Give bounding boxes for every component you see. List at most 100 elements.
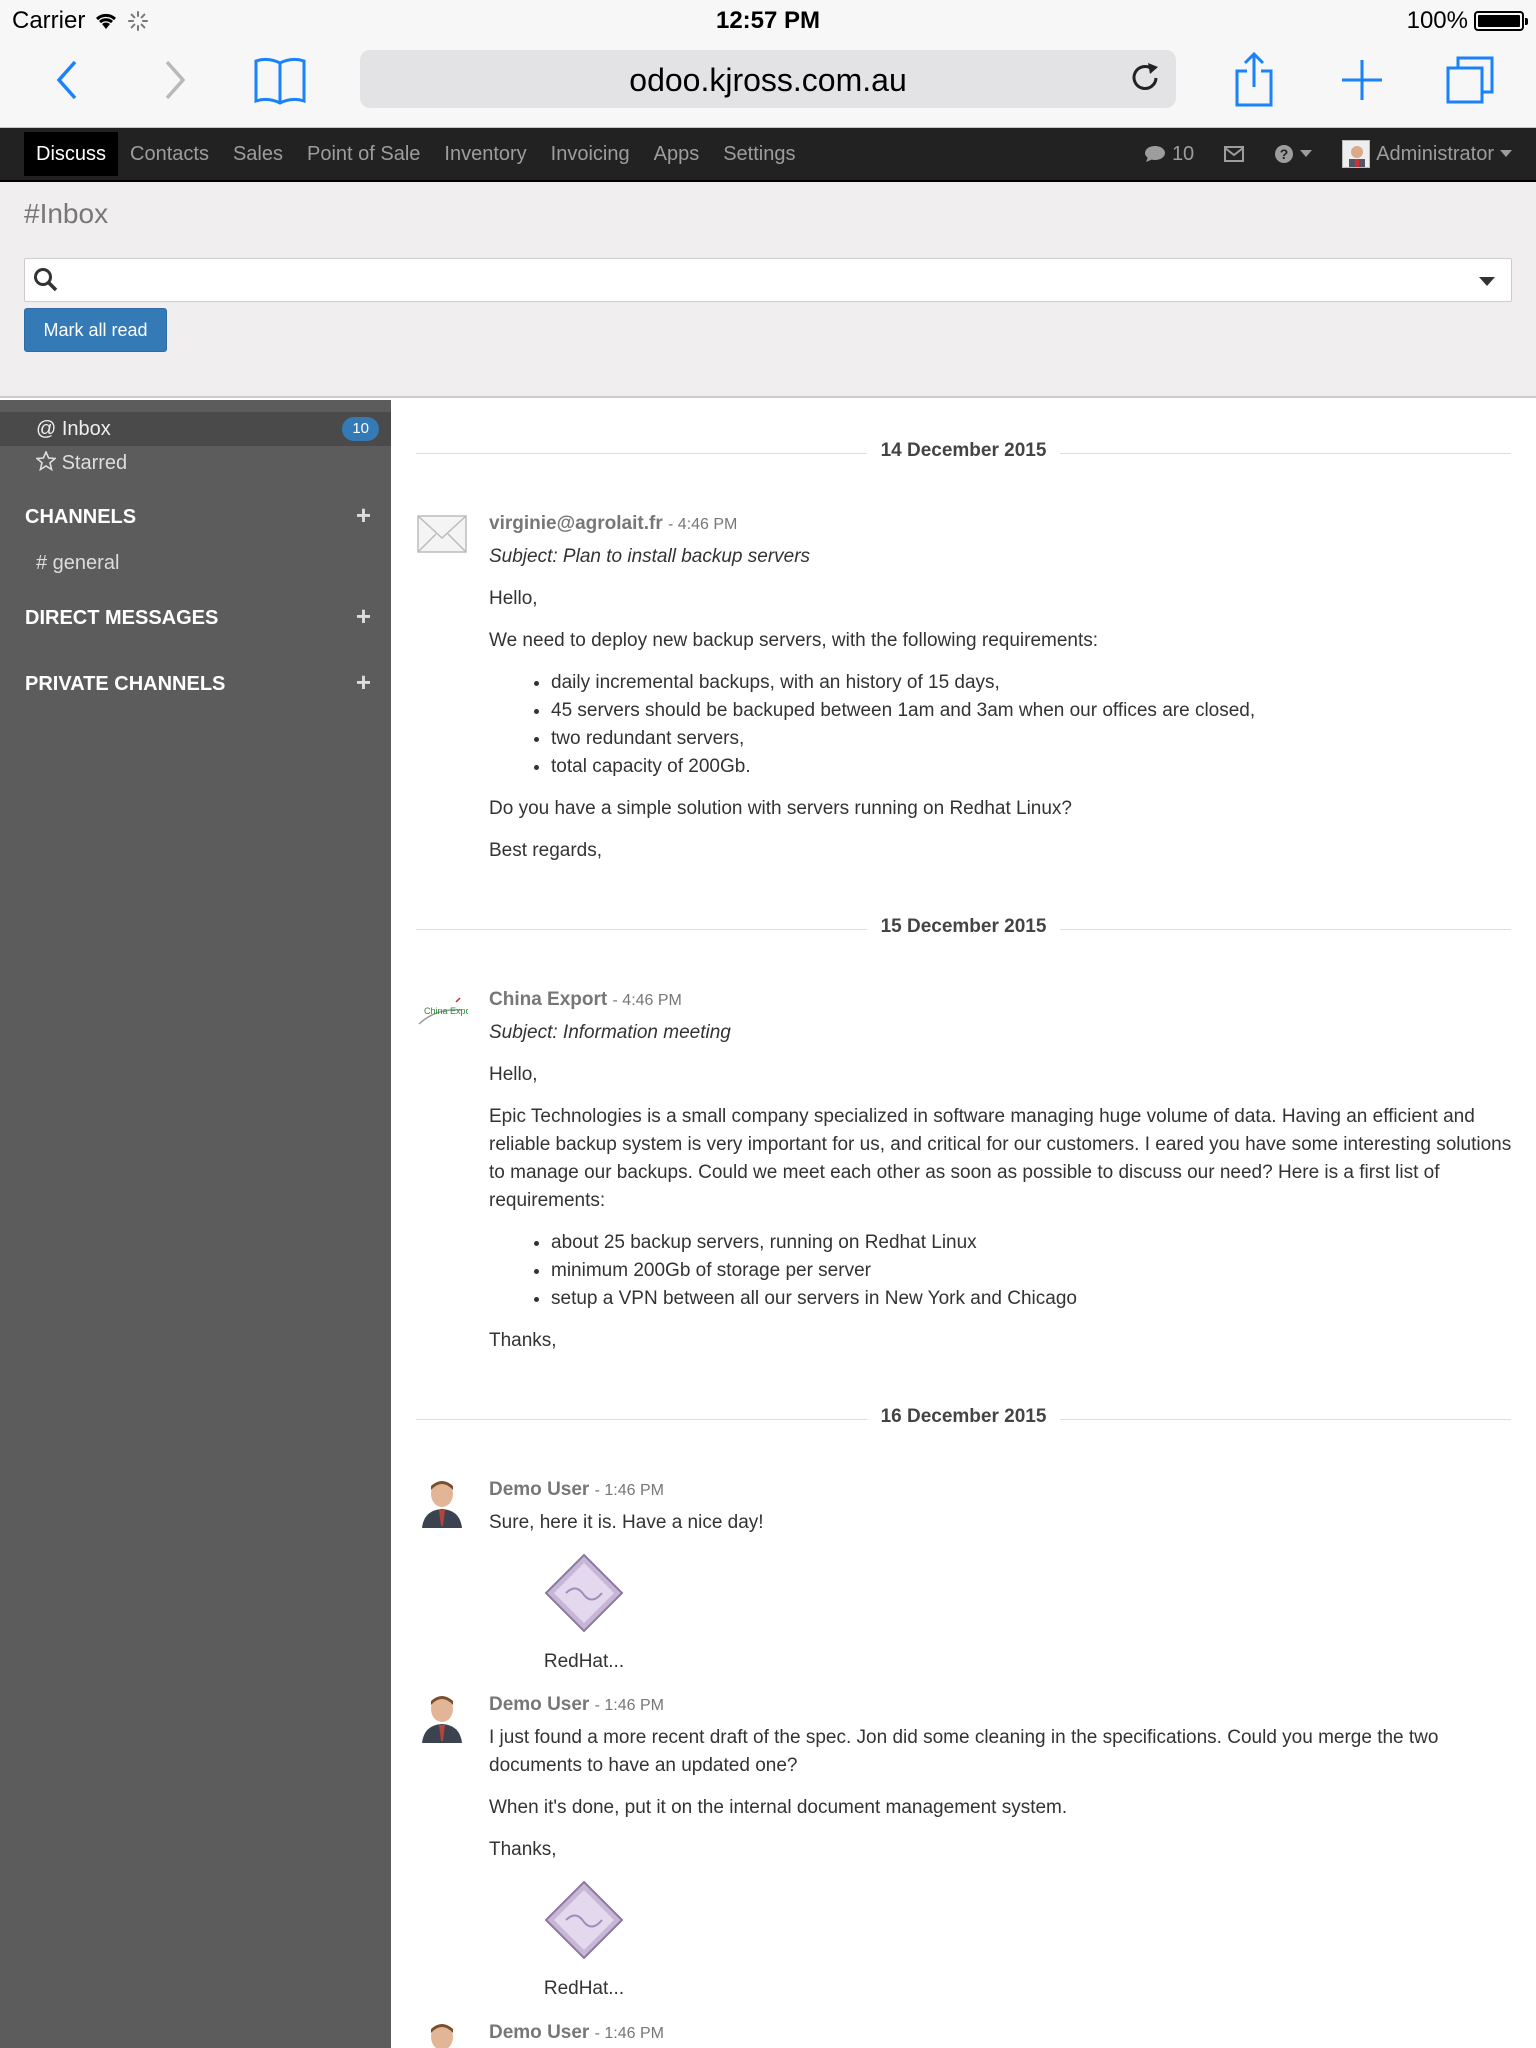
plus-icon bbox=[1342, 60, 1382, 100]
message-author[interactable]: virginie@agrolait.fr bbox=[489, 513, 663, 534]
bookmarks-button[interactable] bbox=[248, 48, 312, 112]
app-settings[interactable]: Settings bbox=[711, 132, 807, 176]
caret-down-icon bbox=[1500, 150, 1512, 157]
app-apps[interactable]: Apps bbox=[642, 132, 712, 176]
list-item: daily incremental backups, with an histo… bbox=[551, 669, 1519, 697]
browser-toolbar: odoo.kjross.com.au bbox=[0, 40, 1536, 128]
message-text: Sure, here it is. Have a nice day! bbox=[489, 1512, 764, 1533]
messages-count: 10 bbox=[1171, 142, 1195, 165]
sidebar-item-label: @ Inbox bbox=[36, 418, 111, 440]
app-contacts[interactable]: Contacts bbox=[118, 132, 221, 176]
message-text: I just found a more recent draft of the … bbox=[489, 1727, 1439, 1776]
sidebar-item-general[interactable]: # general bbox=[36, 552, 119, 575]
envelope-icon bbox=[1224, 146, 1245, 162]
search-input[interactable] bbox=[24, 258, 1512, 302]
url-text: odoo.kjross.com.au bbox=[629, 62, 907, 98]
chevron-right-icon bbox=[165, 60, 186, 100]
message-bullet-list: about 25 backup servers, running on Redh… bbox=[551, 1229, 1519, 1313]
app-discuss[interactable]: Discuss bbox=[24, 132, 119, 176]
message-author[interactable]: Demo User bbox=[489, 2022, 589, 2043]
message-thread: 14 December 2015 virginie@agrolait.fr - … bbox=[391, 400, 1536, 2048]
app-sales[interactable]: Sales bbox=[221, 132, 295, 176]
channels-header[interactable]: CHANNELS bbox=[25, 506, 136, 529]
private-channels-header[interactable]: PRIVATE CHANNELS bbox=[25, 673, 225, 696]
control-panel: #Inbox Mark all read bbox=[0, 182, 1536, 398]
message-text: Thanks, bbox=[489, 1330, 557, 1351]
message-text: Hello, bbox=[489, 588, 538, 609]
share-button[interactable] bbox=[1222, 48, 1286, 112]
reload-icon[interactable] bbox=[1126, 60, 1164, 98]
navbar-systray: 10 ? Administrator bbox=[1144, 132, 1512, 176]
attachment-name: RedHat... bbox=[543, 1651, 625, 1672]
attachment[interactable]: RedHat... bbox=[539, 1878, 629, 2003]
message-text: We need to deploy new backup servers, wi… bbox=[489, 630, 1099, 651]
list-item: 45 servers should be backuped between 1a… bbox=[551, 697, 1519, 725]
book-icon bbox=[254, 57, 306, 105]
message-bullet-list: daily incremental backups, with an histo… bbox=[551, 669, 1519, 781]
user-name: Administrator bbox=[1376, 142, 1494, 165]
china-export-logo: China Export bbox=[418, 997, 468, 1025]
discuss-sidebar: @ Inbox 10 Starred CHANNELS + # general … bbox=[0, 400, 391, 2048]
svg-text:?: ? bbox=[1280, 146, 1289, 162]
battery-percent: 100% bbox=[1406, 7, 1468, 34]
date-separator: 14 December 2015 bbox=[416, 438, 1511, 468]
message-subject: Subject: Plan to install backup servers bbox=[489, 546, 811, 567]
list-item: setup a VPN between all our servers in N… bbox=[551, 1285, 1519, 1313]
battery-indicator: 100% bbox=[1406, 7, 1528, 35]
mail-menu[interactable] bbox=[1224, 146, 1245, 162]
sidebar-item-label: Starred bbox=[61, 452, 128, 474]
demo-user-avatar bbox=[416, 1476, 468, 1528]
comment-icon bbox=[1144, 146, 1165, 162]
message-text: Do you have a simple solution with serve… bbox=[489, 798, 1072, 819]
add-channel-icon[interactable]: + bbox=[356, 500, 371, 531]
add-direct-message-icon[interactable]: + bbox=[356, 601, 371, 632]
messaging-menu[interactable]: 10 bbox=[1144, 143, 1194, 166]
app-point-of-sale[interactable]: Point of Sale bbox=[295, 132, 432, 176]
direct-messages-header[interactable]: DIRECT MESSAGES bbox=[25, 607, 218, 630]
message-text: Thanks, bbox=[489, 1839, 557, 1860]
date-label: 16 December 2015 bbox=[866, 1406, 1061, 1427]
message-author[interactable]: Demo User bbox=[489, 1479, 589, 1500]
add-private-channel-icon[interactable]: + bbox=[356, 667, 371, 698]
app-menu: Discuss Contacts Sales Point of Sale Inv… bbox=[24, 132, 807, 176]
search-icon bbox=[34, 268, 58, 292]
sidebar-item-starred[interactable]: Starred bbox=[0, 446, 391, 480]
list-item: two redundant servers, bbox=[551, 725, 1519, 753]
user-menu[interactable]: Administrator bbox=[1342, 140, 1512, 168]
battery-icon bbox=[1474, 11, 1528, 31]
forward-button[interactable] bbox=[142, 48, 206, 112]
message-author[interactable]: China Export bbox=[489, 989, 607, 1010]
message-time: - 1:46 PM bbox=[594, 1482, 664, 1499]
address-bar[interactable]: odoo.kjross.com.au bbox=[360, 50, 1176, 108]
list-item: total capacity of 200Gb. bbox=[551, 753, 1519, 781]
list-item: minimum 200Gb of storage per server bbox=[551, 1257, 1519, 1285]
mark-all-read-button[interactable]: Mark all read bbox=[24, 308, 167, 352]
envelope-avatar-icon bbox=[417, 515, 467, 553]
tabs-icon bbox=[1446, 56, 1494, 104]
question-circle-icon: ? bbox=[1275, 145, 1294, 163]
message-text: Epic Technologies is a small company spe… bbox=[489, 1106, 1512, 1211]
file-binary-icon bbox=[544, 1553, 624, 1633]
new-tab-button[interactable] bbox=[1330, 48, 1394, 112]
app-invoicing[interactable]: Invoicing bbox=[539, 132, 642, 176]
app-inventory[interactable]: Inventory bbox=[432, 132, 538, 176]
caret-down-icon bbox=[1300, 150, 1313, 157]
user-avatar bbox=[1342, 140, 1371, 168]
search-options-toggle[interactable] bbox=[1479, 277, 1495, 286]
message-time: - 4:46 PM bbox=[612, 992, 682, 1009]
inbox-counter-badge: 10 bbox=[342, 417, 379, 441]
message-subject: Subject: Information meeting bbox=[489, 1022, 731, 1043]
attachment[interactable]: RedHat... bbox=[539, 1551, 629, 1676]
message-author[interactable]: Demo User bbox=[489, 1694, 589, 1715]
back-button[interactable] bbox=[36, 48, 100, 112]
help-menu[interactable]: ? bbox=[1274, 144, 1313, 164]
sidebar-item-inbox[interactable]: @ Inbox 10 bbox=[0, 412, 391, 446]
date-label: 14 December 2015 bbox=[866, 440, 1061, 461]
share-icon bbox=[1235, 51, 1273, 107]
breadcrumb-title: #Inbox bbox=[24, 198, 109, 229]
clock: 12:57 PM bbox=[715, 7, 821, 34]
message-text: When it's done, put it on the internal d… bbox=[489, 1797, 1068, 1818]
chevron-left-icon bbox=[56, 60, 77, 100]
message-text: Hello, bbox=[489, 1064, 538, 1085]
tabs-button[interactable] bbox=[1438, 48, 1502, 112]
